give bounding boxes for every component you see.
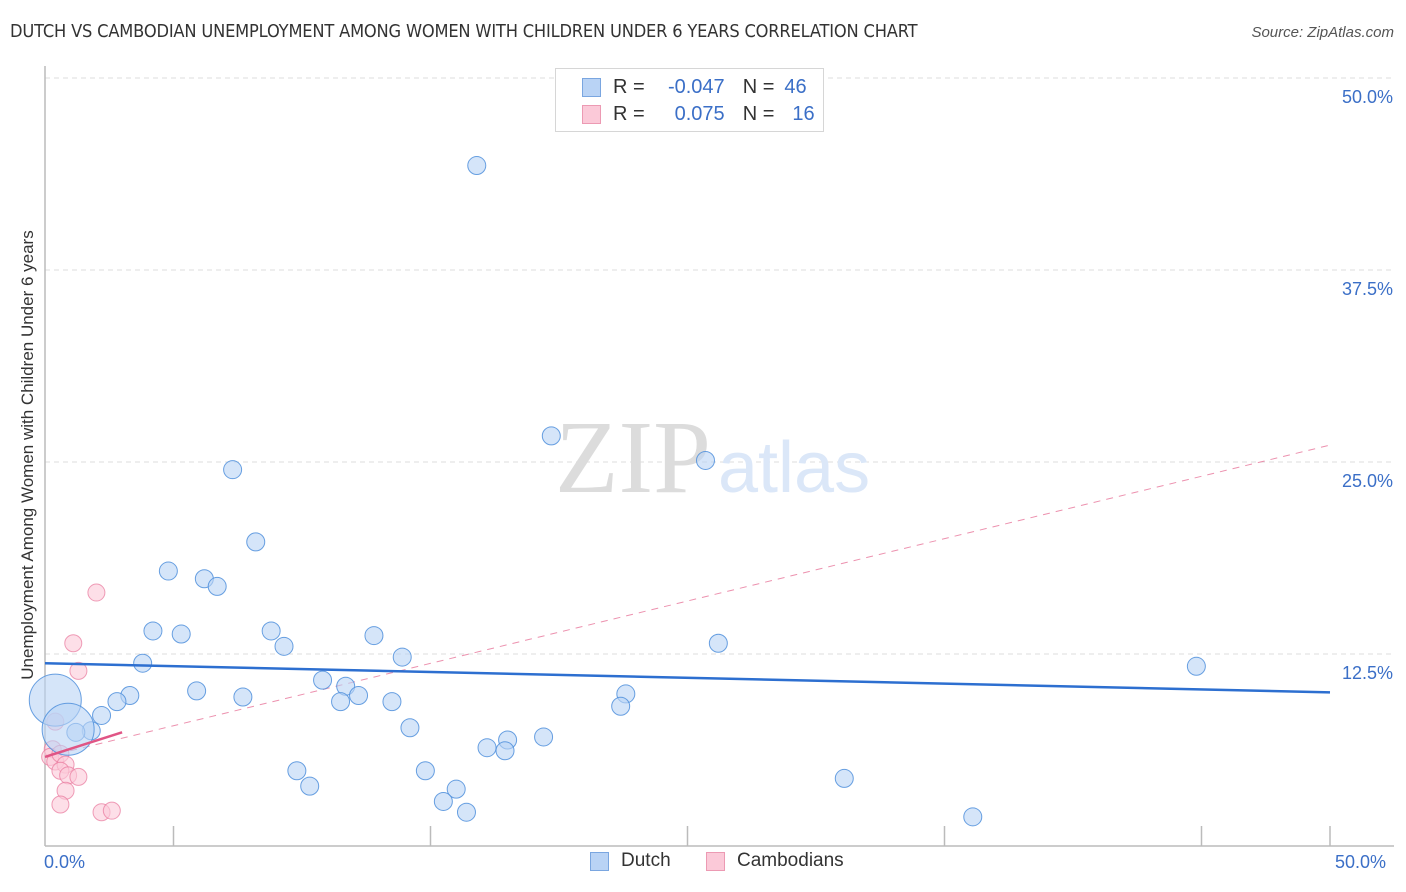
dutch-point bbox=[963, 807, 983, 827]
scatter-plot: ZIP atlas bbox=[28, 66, 1394, 847]
dutch-point bbox=[187, 681, 207, 701]
dutch-point bbox=[300, 776, 320, 796]
y-tick-label: 25.0% bbox=[1341, 471, 1393, 491]
dutch-point bbox=[708, 633, 728, 653]
y-tick-label: 37.5% bbox=[1341, 279, 1393, 299]
dutch-point bbox=[223, 460, 243, 480]
dutch-point bbox=[534, 727, 554, 747]
dutch-point bbox=[415, 761, 435, 781]
dutch-point bbox=[41, 702, 95, 756]
grid-lines bbox=[45, 77, 1394, 655]
legend-row-cambodians: R = 0.075 N = 16 bbox=[582, 102, 815, 126]
dutch-point bbox=[400, 718, 420, 738]
legend-item-dutch[interactable]: Dutch bbox=[590, 850, 671, 872]
dutch-point bbox=[107, 692, 127, 712]
dutch-trend-line bbox=[44, 661, 1331, 694]
n-label: N = bbox=[742, 102, 775, 125]
legend-item-cambodians[interactable]: Cambodians bbox=[706, 850, 844, 872]
dutch-point bbox=[611, 696, 631, 716]
legend-label-dutch: Dutch bbox=[621, 850, 671, 871]
dutch-point bbox=[233, 687, 253, 707]
r-value: 0.075 bbox=[674, 102, 725, 125]
dutch-point bbox=[477, 738, 497, 758]
dutch-point bbox=[364, 626, 384, 646]
cambodians-swatch bbox=[582, 104, 601, 124]
dutch-point bbox=[313, 670, 333, 690]
dutch-point bbox=[382, 692, 402, 712]
dutch-point bbox=[133, 653, 153, 673]
dutch-point bbox=[92, 705, 112, 725]
cambodians-swatch bbox=[706, 851, 725, 871]
dutch-swatch bbox=[590, 851, 609, 871]
dutch-point bbox=[158, 561, 178, 581]
cambodian-point bbox=[64, 634, 83, 653]
dutch-point bbox=[1186, 656, 1206, 676]
dutch-swatch bbox=[582, 77, 601, 97]
dutch-point bbox=[287, 761, 307, 781]
cambodian-point bbox=[87, 583, 106, 602]
dutch-point bbox=[331, 692, 351, 712]
x-tick-label-min: 0.0% bbox=[44, 852, 86, 872]
dutch-point bbox=[456, 802, 476, 822]
r-value: -0.047 bbox=[667, 75, 725, 98]
y-tick-label: 50.0% bbox=[1341, 87, 1393, 107]
cambodian-point bbox=[69, 767, 88, 786]
watermark-atlas: atlas bbox=[718, 428, 870, 508]
watermark-zip: ZIP bbox=[555, 400, 711, 515]
dutch-point bbox=[349, 685, 369, 705]
dutch-point bbox=[392, 647, 412, 667]
cambodian-point bbox=[51, 795, 70, 814]
dutch-point bbox=[207, 576, 227, 596]
dutch-point bbox=[467, 156, 487, 176]
x-tick-label-max: 50.0% bbox=[1335, 852, 1387, 872]
dutch-point bbox=[541, 426, 561, 446]
legend-row-dutch: R = -0.047 N = 46 bbox=[582, 75, 807, 99]
n-label: N = bbox=[742, 75, 775, 98]
n-value: 16 bbox=[792, 102, 815, 125]
dutch-point bbox=[261, 621, 281, 641]
n-value: 46 bbox=[784, 75, 807, 98]
dutch-point bbox=[246, 532, 266, 552]
dutch-point bbox=[695, 450, 715, 470]
cambodian-point bbox=[102, 801, 121, 820]
legend-label-cambodians: Cambodians bbox=[737, 850, 844, 871]
dutch-point bbox=[171, 624, 191, 644]
correlation-legend: R = -0.047 N = 46 R = 0.075 N = 16 bbox=[555, 68, 824, 132]
r-label: R = bbox=[613, 102, 645, 125]
dutch-point bbox=[433, 791, 453, 811]
dutch-point bbox=[495, 741, 515, 761]
dutch-point bbox=[143, 621, 163, 641]
y-tick-label: 12.5% bbox=[1341, 663, 1393, 683]
r-label: R = bbox=[613, 75, 645, 98]
dutch-point bbox=[834, 768, 854, 788]
dutch-point bbox=[274, 636, 294, 656]
